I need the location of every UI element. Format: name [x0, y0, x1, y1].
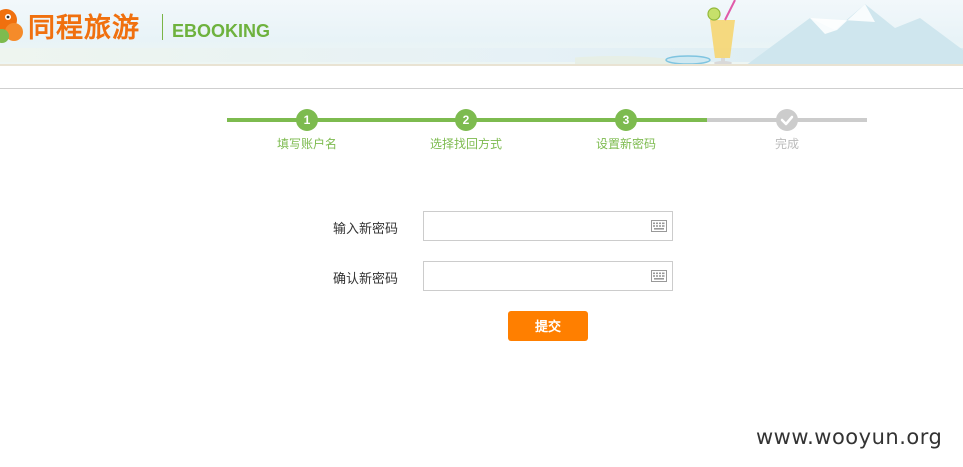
keyboard-icon[interactable]: [651, 270, 667, 282]
keyboard-icon[interactable]: [651, 220, 667, 232]
brand-name: 同程旅游: [28, 13, 140, 44]
cocktail-glass-icon: [707, 0, 736, 65]
progress-stepper: 1 填写账户名 2 选择找回方式 3 设置新密码 完成: [227, 108, 867, 156]
step-1-marker: 1: [296, 109, 318, 131]
mascot-logo-icon: [0, 9, 23, 43]
step-2-label: 选择找回方式: [429, 137, 502, 151]
step-4-label: 完成: [774, 137, 799, 151]
step-3-label: 设置新密码: [595, 137, 656, 151]
new-password-input[interactable]: [428, 213, 646, 239]
new-password-label: 输入新密码: [332, 222, 398, 237]
watermark: www.wooyun.org: [756, 425, 943, 449]
header-decoration-illustration: [575, 0, 963, 66]
step-1-label: 填写账户名: [276, 137, 337, 151]
submit-button[interactable]: 提交: [508, 311, 588, 341]
new-password-field[interactable]: [423, 211, 673, 241]
header-bottom-border: [0, 64, 963, 66]
step-2-marker: 2: [455, 109, 477, 131]
confirm-password-input[interactable]: [428, 263, 646, 289]
header-banner: 同程旅游 EBOOKING: [0, 0, 963, 66]
check-icon: [780, 115, 794, 126]
confirm-password-label: 确认新密码: [332, 272, 398, 287]
brand-sub: EBOOKING: [172, 21, 271, 41]
confirm-password-field[interactable]: [423, 261, 673, 291]
divider: [0, 88, 963, 89]
step-4-marker: [776, 109, 798, 131]
logo-divider: [162, 14, 163, 40]
step-3-marker: 3: [615, 109, 637, 131]
